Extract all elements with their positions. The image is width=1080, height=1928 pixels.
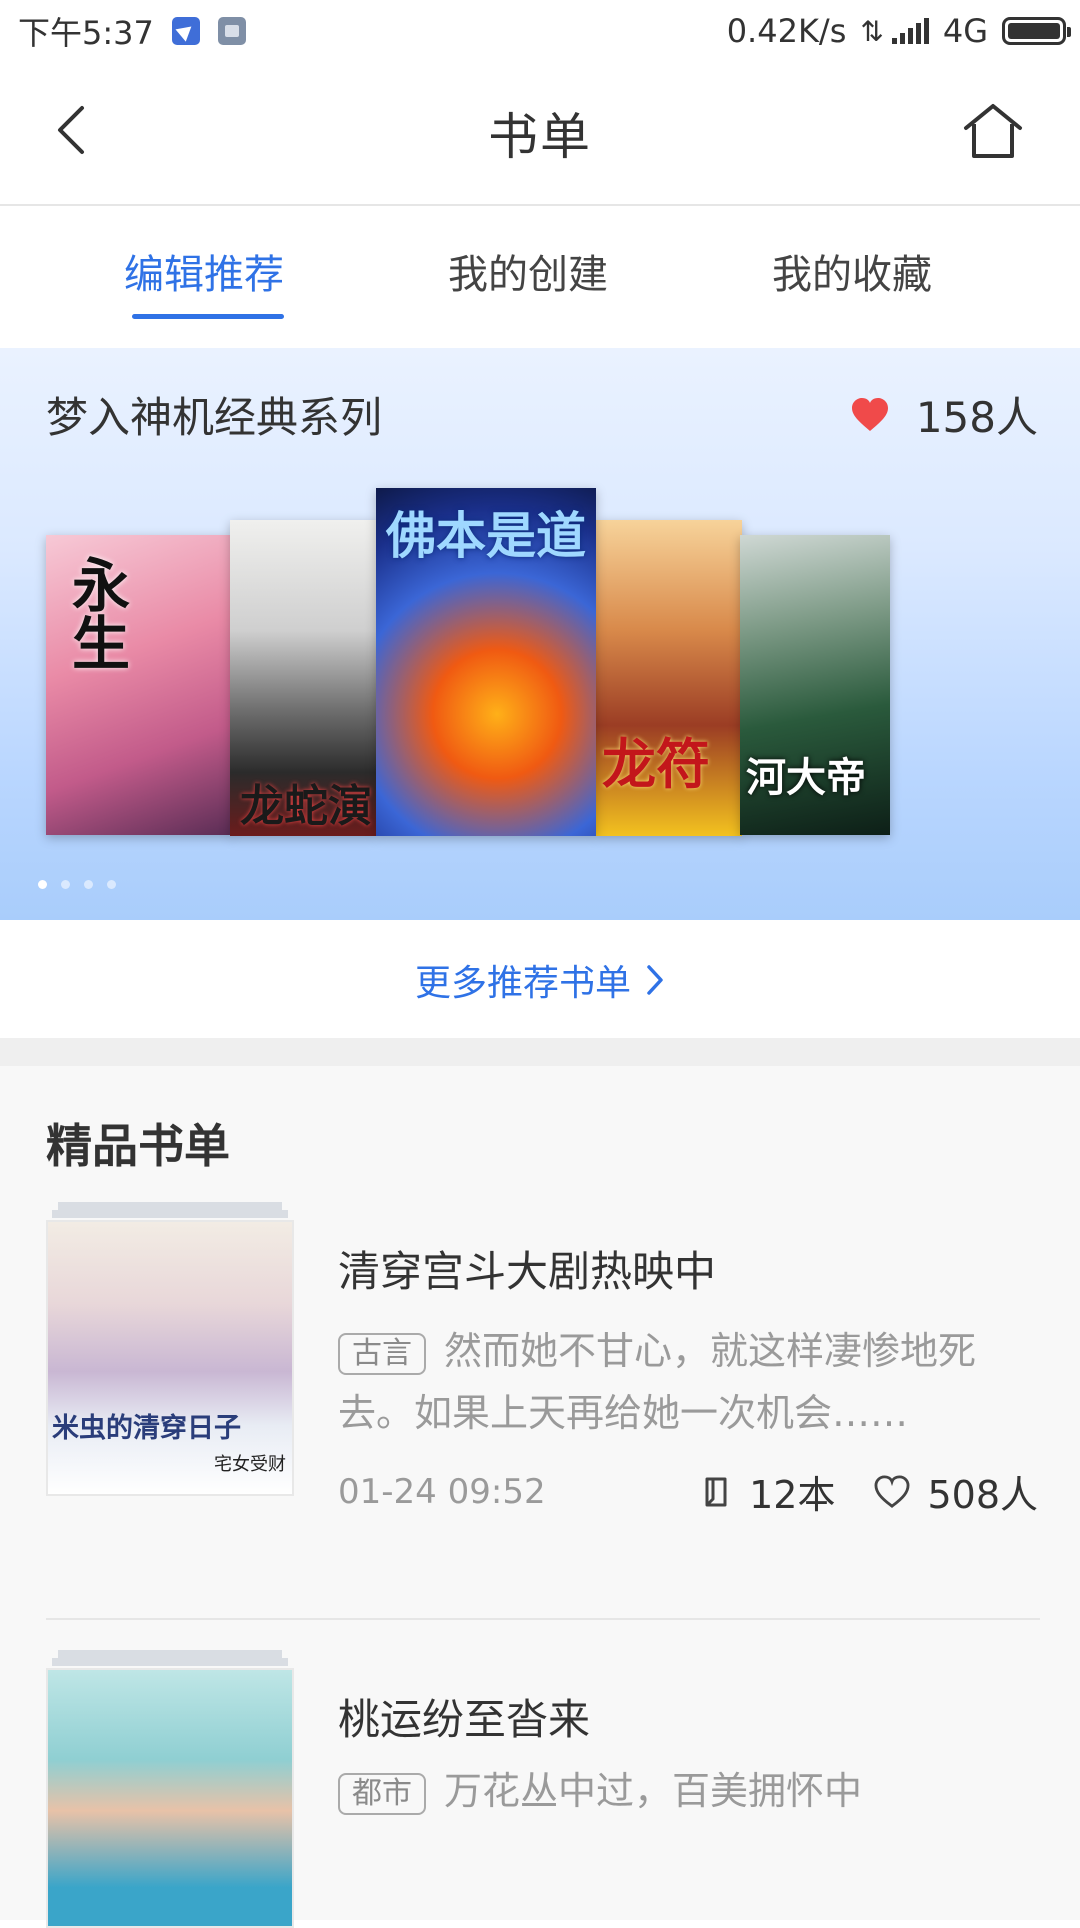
carousel-dot <box>84 880 93 889</box>
tab-my-favorites[interactable]: 我的收藏 <box>772 242 932 300</box>
booklist-date: 01-24 09:52 <box>338 1471 546 1512</box>
booklist-item[interactable]: 米虫的清穿日子 宅女受财 清穿宫斗大剧热映中 古言 然而她不甘心，就这样凄惨地死去… <box>0 1202 1080 1642</box>
battery-icon <box>1002 17 1071 45</box>
chevron-right-icon <box>647 965 663 995</box>
booklist-meta: 01-24 09:52 12本 508人 <box>338 1464 1038 1519</box>
booklist-like-count-value: 508人 <box>927 1473 1038 1517</box>
booklist-book-count: 12本 <box>703 1464 835 1519</box>
title-bar: 书单 <box>0 62 1080 206</box>
data-transfer-icon: ⇅ <box>860 14 884 48</box>
more-booklists-label: 更多推荐书单 <box>414 963 631 1004</box>
booklist-tag: 古言 <box>338 1332 426 1375</box>
book-cover-title: 龙符 <box>602 733 710 796</box>
book-icon <box>705 1477 727 1506</box>
stack-layer <box>58 1650 282 1658</box>
banner-like-count: 158人 <box>915 393 1038 442</box>
section-divider <box>0 1038 1080 1066</box>
booklist-cover-stack <box>46 1650 294 1928</box>
book-cover-title: 河大帝 <box>746 755 866 801</box>
book-cover[interactable]: 龙蛇演 <box>230 520 376 836</box>
section-title: 精品书单 <box>46 1119 230 1173</box>
status-bar: 下午5:37 0.42K/s ⇅ 4G <box>0 0 1080 62</box>
book-cover-title: 佛本是道 <box>386 507 586 565</box>
stack-layer <box>58 1202 282 1210</box>
heart-icon <box>851 397 888 431</box>
heart-outline-icon <box>874 1474 910 1508</box>
tab-my-created[interactable]: 我的创建 <box>448 242 608 300</box>
status-time: 下午5:37 <box>18 14 154 52</box>
document-notification-icon <box>217 17 246 45</box>
book-cover[interactable]: 河大帝 <box>740 535 890 835</box>
home-button[interactable] <box>960 100 1030 170</box>
banner-likes: 158人 <box>850 384 1038 445</box>
booklist-cover <box>46 1668 294 1928</box>
network-speed: 0.42K/s <box>726 12 847 50</box>
booklist-cover-title: 米虫的清穿日子 <box>52 1413 241 1444</box>
more-booklists-link[interactable]: 更多推荐书单 <box>0 922 1080 1038</box>
premium-booklists-section: 精品书单 米虫的清穿日子 宅女受财 清穿宫斗大剧热映中 古言 然而她不甘心，就这样… <box>0 1066 1080 1928</box>
booklist-title: 桃运纷至沓来 <box>338 1695 591 1744</box>
booklist-item[interactable]: 桃运纷至沓来 都市 万花丛中过，百美拥怀中 <box>0 1650 1080 1928</box>
tab-editor-picks[interactable]: 编辑推荐 <box>124 242 284 300</box>
book-cover-title: 永生 <box>62 555 130 671</box>
carousel-indicator <box>38 880 116 889</box>
booklist-book-count-value: 12本 <box>749 1473 836 1517</box>
back-button[interactable] <box>52 100 112 170</box>
booklist-description-block: 都市 万花丛中过，百美拥怀中 <box>338 1760 1028 1822</box>
booklist-cover-stack: 米虫的清穿日子 宅女受财 <box>46 1202 294 1542</box>
signal-icon <box>891 18 929 44</box>
booklist-tag: 都市 <box>338 1772 426 1815</box>
back-arrow-icon <box>58 106 84 154</box>
page-title: 书单 <box>488 108 592 166</box>
book-cover-title: 龙蛇演 <box>240 781 372 832</box>
book-cover[interactable]: 永生 <box>46 535 232 835</box>
carousel-dot <box>107 880 116 889</box>
booklist-cover: 米虫的清穿日子 宅女受财 <box>46 1220 294 1496</box>
carousel-dot <box>38 880 47 889</box>
booklist-cover-author: 宅女受财 <box>214 1454 286 1475</box>
banner-cover-carousel[interactable]: 永生 龙蛇演 佛本是道 龙符 河大帝 <box>46 488 1034 848</box>
navigation-notification-icon <box>171 17 200 45</box>
booklist-title: 清穿宫斗大剧热映中 <box>338 1247 717 1296</box>
book-cover[interactable]: 龙符 <box>596 520 742 836</box>
stack-layer <box>52 1210 288 1218</box>
carousel-dot <box>61 880 70 889</box>
booklist-description-block: 古言 然而她不甘心，就这样凄惨地死去。如果上天再给她一次机会…… <box>338 1320 1028 1444</box>
home-icon <box>964 104 1022 158</box>
banner-title: 梦入神机经典系列 <box>46 393 383 442</box>
active-tab-indicator <box>132 314 284 319</box>
tab-bar: 编辑推荐 我的创建 我的收藏 <box>0 208 1080 348</box>
book-cover[interactable]: 佛本是道 <box>376 488 596 836</box>
booklist-like-count: 508人 <box>873 1464 1038 1519</box>
featured-booklist-banner[interactable]: 梦入神机经典系列 158人 永生 龙蛇演 佛本是道 龙符 河大帝 <box>0 348 1080 920</box>
stack-layer <box>52 1658 288 1666</box>
booklist-description: 万花丛中过，百美拥怀中 <box>444 1769 863 1813</box>
list-divider <box>46 1618 1040 1620</box>
booklist-description: 然而她不甘心，就这样凄惨地死去。如果上天再给她一次机会…… <box>338 1329 977 1435</box>
network-type: 4G <box>942 12 988 50</box>
